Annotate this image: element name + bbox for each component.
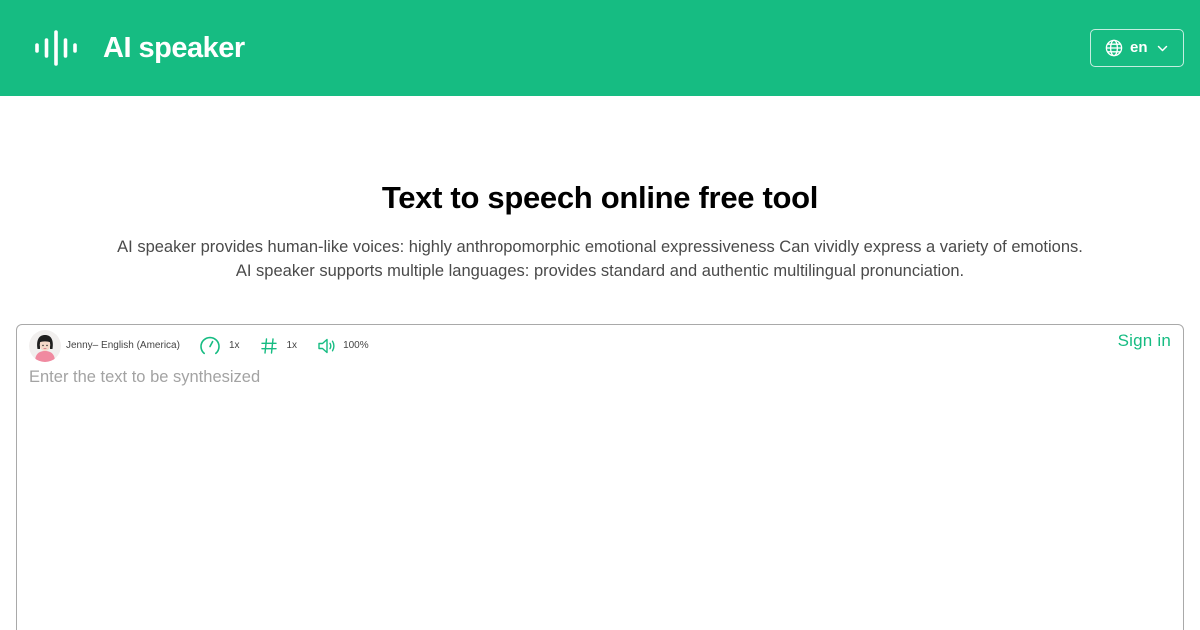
chevron-down-icon [1157, 45, 1167, 51]
description-line-2: AI speaker supports multiple languages: … [235, 262, 965, 280]
voice-selector[interactable]: Jenny– English (America) [29, 330, 180, 362]
globe-icon [1105, 39, 1123, 57]
volume-value: 100% [343, 340, 369, 351]
hash-icon [260, 338, 277, 354]
logo[interactable]: AI speaker [34, 30, 245, 66]
voice-label: Jenny– English (America) [66, 340, 180, 351]
language-selector[interactable]: en [1090, 29, 1184, 67]
pitch-control[interactable]: 1x [260, 337, 298, 355]
speed-control[interactable]: 1x [199, 335, 240, 357]
brand-name: AI speaker [103, 32, 245, 64]
speedometer-icon [200, 336, 220, 355]
sound-wave-icon [35, 30, 77, 66]
description-line-1: AI speaker provides human-like voices: h… [117, 238, 1083, 256]
pitch-value: 1x [286, 340, 298, 351]
speaker-icon [318, 338, 335, 354]
sign-in-link[interactable]: Sign in [1118, 331, 1171, 351]
page-title: Text to speech online free tool [381, 180, 819, 215]
text-input[interactable] [29, 367, 1169, 627]
language-label: en [1130, 39, 1148, 56]
speed-value: 1x [228, 340, 240, 351]
female-avatar-icon [29, 330, 61, 362]
tts-editor: Jenny– English (America) 1x 1x 100% Sign… [16, 324, 1184, 630]
editor-toolbar: Jenny– English (America) 1x 1x 100% [29, 330, 369, 362]
top-header: AI speaker en [0, 0, 1200, 96]
volume-control[interactable]: 100% [317, 337, 369, 355]
